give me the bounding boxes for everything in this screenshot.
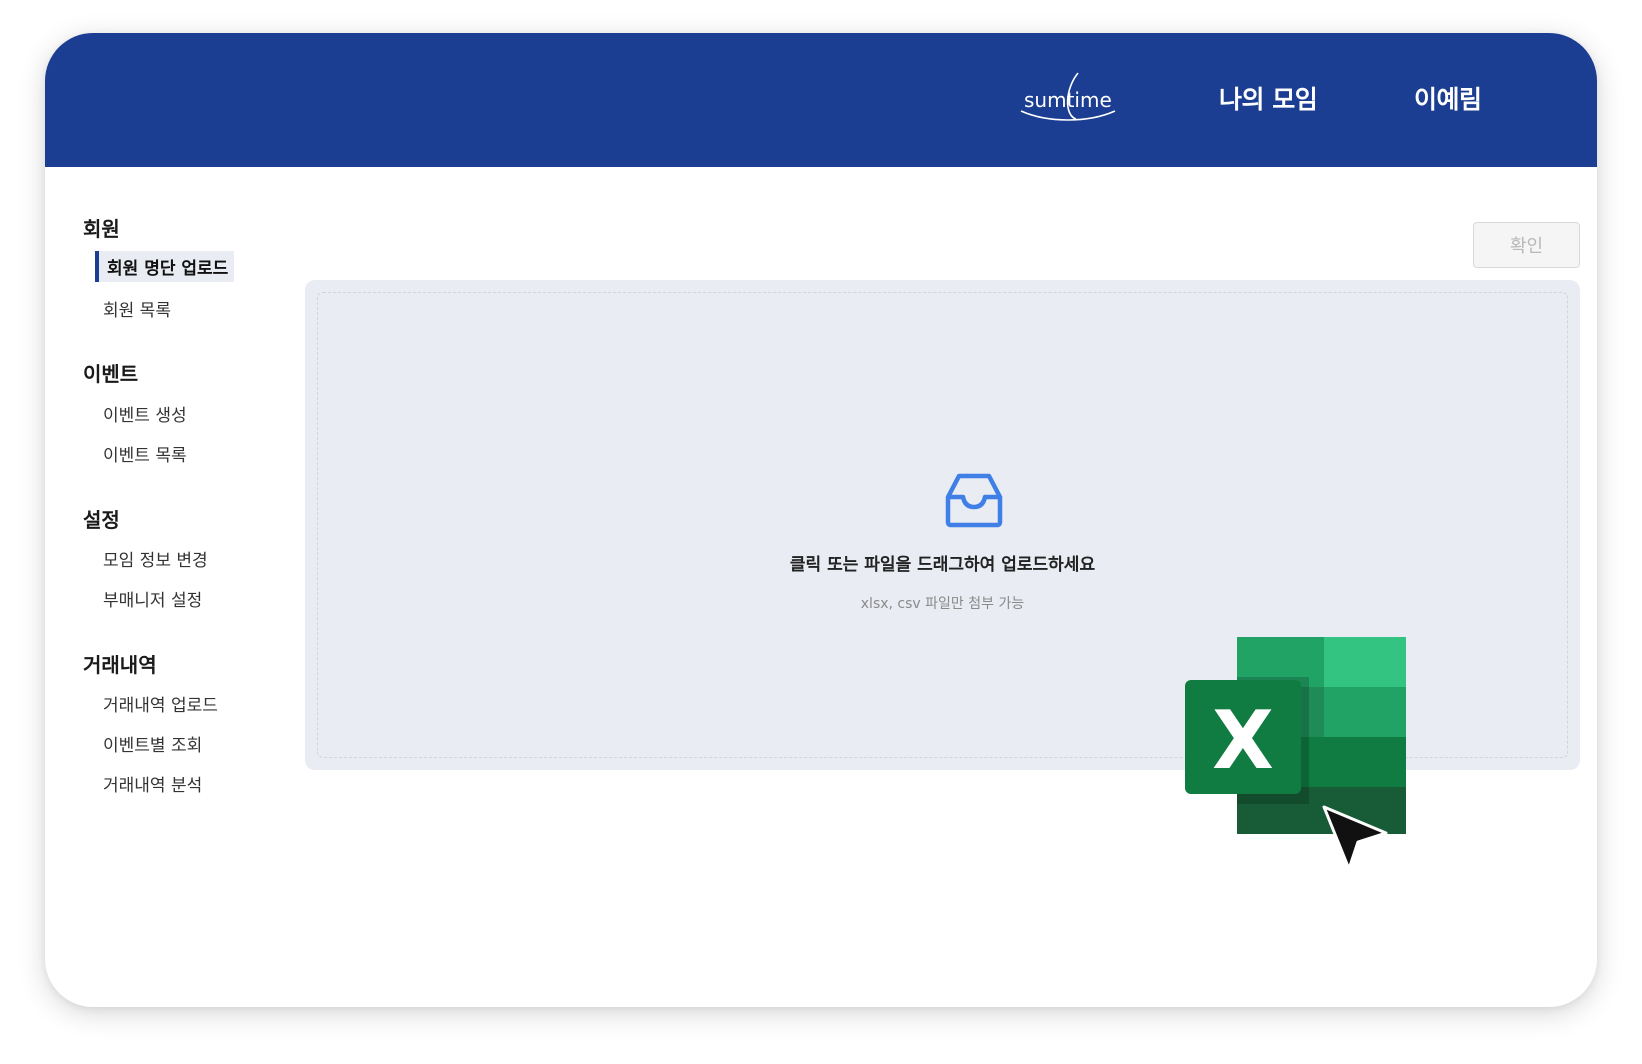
sidebar-item-member-list[interactable]: 회원 목록 [103, 296, 171, 321]
sidebar-section-transactions: 거래내역 [83, 653, 157, 677]
sidebar-item-event-create[interactable]: 이벤트 생성 [103, 401, 187, 426]
sidebar-item-member-upload[interactable]: 회원 명단 업로드 [95, 251, 235, 282]
sidebar-item-event-lookup[interactable]: 이벤트별 조회 [103, 731, 202, 756]
app-window: sumtime 나의 모임 이예림 회원 회원 명단 업로드 회원 목록 이벤트… [45, 33, 1597, 1007]
excel-x-letter: X [1212, 694, 1274, 787]
confirm-button[interactable]: 확인 [1473, 222, 1580, 268]
sidebar-section-member: 회원 [83, 217, 120, 241]
top-header: sumtime 나의 모임 이예림 [45, 33, 1597, 167]
sidebar-item-group-info[interactable]: 모임 정보 변경 [103, 546, 208, 571]
sidebar: 회원 회원 명단 업로드 회원 목록 이벤트 이벤트 생성 이벤트 목록 설정 … [45, 167, 335, 1007]
inbox-icon [943, 469, 1005, 531]
upload-file-types-hint: xlsx, csv 파일만 첨부 가능 [860, 596, 1025, 612]
cursor-arrow-icon [1322, 805, 1392, 877]
sidebar-item-submanager[interactable]: 부매니저 설정 [103, 586, 202, 611]
sumtime-logo[interactable]: sumtime [1018, 67, 1118, 127]
nav-my-group[interactable]: 나의 모임 [1219, 80, 1318, 116]
sidebar-item-transaction-upload[interactable]: 거래내역 업로드 [103, 691, 218, 716]
nav-user-name[interactable]: 이예림 [1414, 80, 1482, 116]
sidebar-section-event: 이벤트 [83, 362, 139, 386]
upload-instruction: 클릭 또는 파일을 드래그하여 업로드하세요 [789, 555, 1096, 575]
sidebar-section-settings: 설정 [83, 508, 120, 532]
sidebar-item-event-list[interactable]: 이벤트 목록 [103, 441, 187, 466]
sidebar-item-transaction-analysis[interactable]: 거래내역 분석 [103, 771, 202, 796]
